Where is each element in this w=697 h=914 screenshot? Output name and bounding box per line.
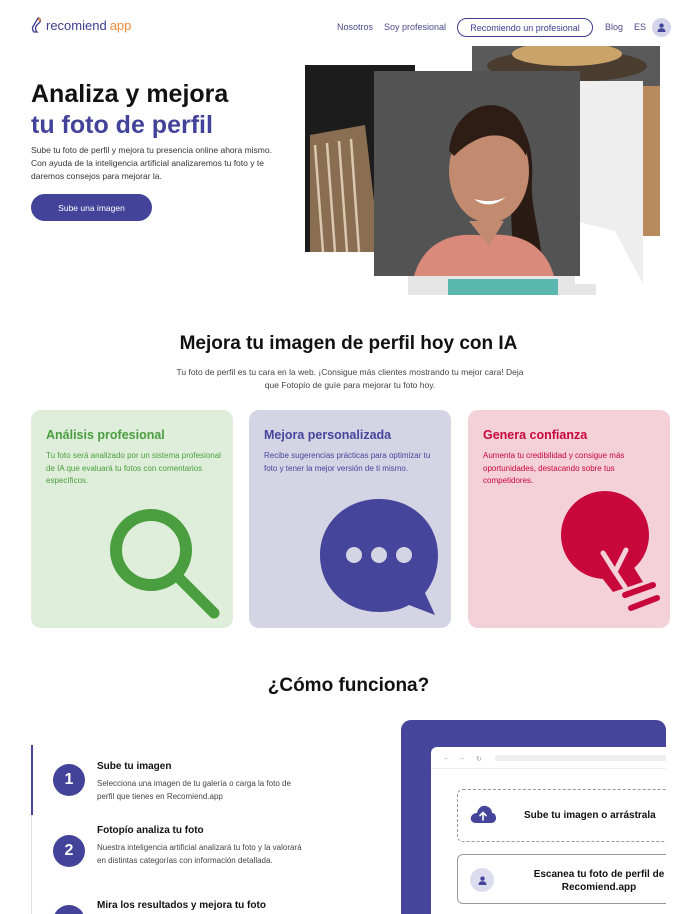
magnifier-icon xyxy=(110,509,220,619)
recomiendo-button[interactable]: Recomiendo un profesional xyxy=(457,18,593,37)
nav-link-soy-profesional[interactable]: Soy profesional xyxy=(384,22,446,32)
step-title[interactable]: Mira los resultados y mejora tu foto xyxy=(97,900,266,911)
active-step-indicator xyxy=(31,745,33,815)
user-avatar-button[interactable] xyxy=(652,18,671,37)
hero-title-line1: Analiza y mejora xyxy=(31,80,229,108)
step-number: 3 xyxy=(53,905,85,914)
user-icon xyxy=(657,23,666,32)
feature-card-text: Tu foto será analizado por un sistema pr… xyxy=(46,451,221,485)
step-title[interactable]: Fotopío analiza tu foto xyxy=(97,825,204,836)
browser-window: ← → ↻ Sube tu imagen o arrástrala Escane… xyxy=(431,747,666,914)
nav-link-nosotros[interactable]: Nosotros xyxy=(337,22,373,32)
cloud-upload-icon xyxy=(470,805,496,823)
upload-image-button[interactable]: Sube una imagen xyxy=(31,194,152,221)
profile-photo-right xyxy=(575,81,643,284)
step-title[interactable]: Sube tu imagen xyxy=(97,761,171,772)
user-icon xyxy=(478,875,486,885)
step-description: Selecciona una imagen de tu galería o ca… xyxy=(97,779,291,801)
feature-card-confianza: Genera confianza Aumenta tu credibilidad… xyxy=(468,410,670,628)
forward-arrow-icon: → xyxy=(458,755,465,762)
feature-card-title: Análisis profesional xyxy=(46,428,165,442)
how-title: ¿Cómo funciona? xyxy=(267,675,430,696)
main-profile-photo xyxy=(374,71,580,276)
feature-card-analisis: Análisis profesional Tu foto será analiz… xyxy=(31,410,233,628)
upload-dropzone[interactable]: Sube tu imagen o arrástrala xyxy=(457,789,666,842)
app-mockup: ← → ↻ Sube tu imagen o arrástrala Escane… xyxy=(401,720,666,914)
step-number: 1 xyxy=(53,764,85,796)
logo[interactable]: recomiend app xyxy=(31,17,131,33)
feature-card-mejora: Mejora personalizada Recibe sugerencias … xyxy=(249,410,451,628)
scan-profile-option[interactable]: Escanea tu foto de perfil de Recomiend.a… xyxy=(457,854,666,904)
logo-app-text: app xyxy=(109,17,132,33)
hero-photo-collage xyxy=(305,46,665,296)
features-title: Mejora tu imagen de perfil hoy con IA xyxy=(179,333,518,354)
back-arrow-icon: ← xyxy=(443,755,450,762)
step-number: 2 xyxy=(53,835,85,867)
upload-label: Sube tu imagen o arrástrala xyxy=(524,810,656,821)
feature-card-title: Genera confianza xyxy=(483,428,588,442)
hero-description: Sube tu foto de perfil y mejora tu prese… xyxy=(31,145,272,181)
reload-icon: ↻ xyxy=(476,756,482,763)
lightbulb-icon xyxy=(561,491,660,611)
language-selector[interactable]: ES xyxy=(634,22,646,32)
address-bar xyxy=(495,755,666,761)
feature-card-text: Aumenta tu credibilidad y consigue más o… xyxy=(483,451,625,485)
nav-link-blog[interactable]: Blog xyxy=(605,22,623,32)
feature-card-title: Mejora personalizada xyxy=(264,428,392,442)
avatar xyxy=(470,868,494,892)
logo-icon xyxy=(31,17,42,33)
chat-bubble-icon xyxy=(320,499,438,615)
features-subtitle: Tu foto de perfil es tu cara en la web. … xyxy=(176,367,524,390)
hero-title-line2: tu foto de perfil xyxy=(31,111,213,139)
browser-toolbar: ← → ↻ xyxy=(431,747,666,769)
scan-label: Escanea tu foto de perfil de Recomiend.a… xyxy=(533,869,665,893)
logo-text: recomiend xyxy=(46,17,107,33)
step-description: Nuestra inteligencia artificial analizar… xyxy=(97,843,302,865)
step-divider xyxy=(31,815,32,914)
hero-title: Analiza y mejora tu foto de perfil xyxy=(31,79,228,141)
feature-card-text: Recibe sugerencias prácticas para optimi… xyxy=(264,451,431,473)
